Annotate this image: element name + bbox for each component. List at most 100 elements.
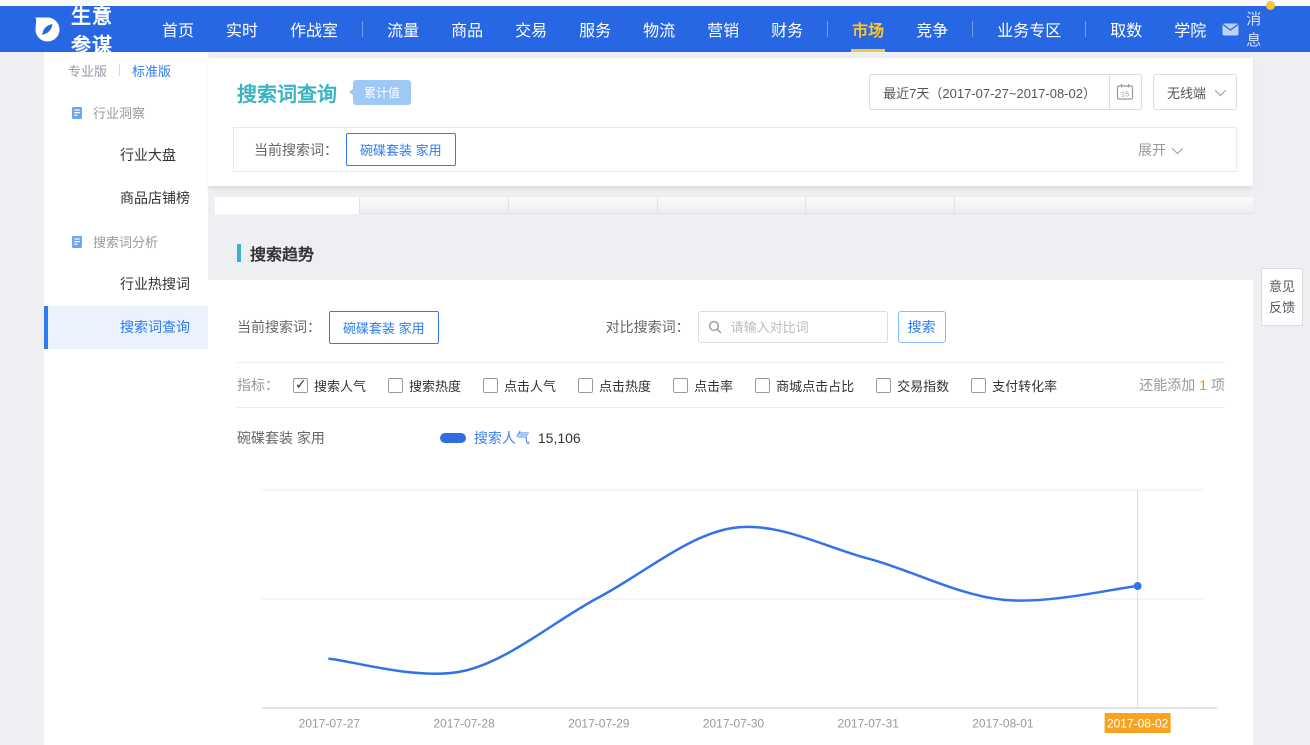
tab-segment[interactable] (360, 197, 509, 214)
metric-checkbox-click-heat[interactable]: 点击热度 (578, 376, 651, 395)
checkbox-icon[interactable] (876, 378, 891, 393)
compare-search-input[interactable] (729, 319, 909, 336)
nav-message[interactable]: 消息 (1222, 8, 1266, 50)
cumulative-value-tag: 累计值 (353, 80, 411, 105)
sidebar-item-industry-board[interactable]: 行业大盘 (44, 134, 208, 177)
calendar-icon[interactable]: 15 (1109, 75, 1141, 109)
nav-item-finance[interactable]: 财务 (755, 6, 819, 52)
tab-segment[interactable] (658, 197, 806, 214)
checkbox-icon[interactable] (755, 378, 770, 393)
trend-filter-row: 当前搜索词： 碗碟套装 家用 对比搜索词： 搜索 (237, 310, 1225, 344)
metric-checkbox-search-heat[interactable]: 搜索热度 (388, 376, 461, 395)
nav-item-business-zone[interactable]: 业务专区 (981, 6, 1077, 52)
divider (237, 407, 1225, 408)
nav-message-label: 消息 (1246, 8, 1266, 50)
current-term-chip[interactable]: 碗碟套装 家用 (329, 311, 439, 344)
version-pro[interactable]: 专业版 (68, 61, 107, 80)
sidebar-item-goods-shop-rank[interactable]: 商品店铺榜 (44, 177, 208, 220)
legend-item-search-popularity[interactable]: 搜索人气 15,106 (440, 428, 581, 448)
ledger-icon (70, 106, 84, 120)
nav-item-data-fetch[interactable]: 取数 (1094, 6, 1158, 52)
metric-checkbox-click-rate[interactable]: 点击率 (673, 376, 733, 395)
ledger-icon (70, 235, 84, 249)
expand-toggle[interactable]: 展开 (1138, 140, 1180, 160)
sidebar-item-search-word-query-active[interactable]: 搜索词查询 (44, 306, 208, 349)
sidebar-group-industry-insight[interactable]: 行业洞察 (44, 91, 208, 134)
nav-item-logistics[interactable]: 物流 (627, 6, 691, 52)
nav-divider (1085, 21, 1086, 37)
current-term-chip[interactable]: 碗碟套装 家用 (346, 133, 456, 166)
date-range-picker[interactable]: 最近7天（2017-07-27~2017-08-02） 15 (869, 74, 1142, 110)
checkbox-icon[interactable] (483, 378, 498, 393)
query-header-card: 搜索词查询 累计值 最近7天（2017-07-27~2017-08-02） 15 (208, 58, 1253, 186)
nav-item-goods[interactable]: 商品 (435, 6, 499, 52)
metric-checkbox-click-popularity[interactable]: 点击人气 (483, 376, 556, 395)
tab-strip (215, 197, 1253, 214)
tab-segment[interactable] (509, 197, 658, 214)
x-axis-label: 2017-07-31 (838, 717, 900, 731)
nav-item-trade[interactable]: 交易 (499, 6, 563, 52)
trend-line (329, 527, 1137, 674)
feedback-line1: 意见 (1262, 276, 1302, 297)
metric-checkbox-pay-conversion[interactable]: 支付转化率 (971, 376, 1057, 395)
legend-metric-name: 搜索人气 (474, 428, 530, 448)
metric-checkbox-search-popularity[interactable]: 搜索人气 (293, 376, 366, 395)
chart-legend-row: 碗碟套装 家用 搜索人气 15,106 (237, 428, 1225, 448)
svg-text:15: 15 (1121, 90, 1129, 99)
nav-item-service[interactable]: 服务 (563, 6, 627, 52)
metrics-row: 指标： 搜索人气 搜索热度 点击人气 点击热度 (237, 374, 1225, 396)
section-header: 搜索趋势 (237, 241, 1253, 265)
feedback-button[interactable]: 意见 反馈 (1261, 268, 1303, 326)
search-button[interactable]: 搜索 (898, 311, 946, 343)
chevron-down-icon (1215, 85, 1226, 96)
nav-item-market-active[interactable]: 市场 (836, 6, 900, 52)
legend-term: 碗碟套装 家用 (237, 428, 325, 448)
x-axis-label: 2017-07-27 (299, 717, 361, 731)
date-controls: 最近7天（2017-07-27~2017-08-02） 15 无线端 (869, 74, 1237, 110)
x-axis-label: 2017-07-30 (703, 717, 765, 731)
legend-line-marker (440, 433, 466, 443)
sidebar-group-search-word-analysis[interactable]: 搜索词分析 (44, 220, 208, 263)
nav-item-traffic[interactable]: 流量 (371, 6, 435, 52)
brand[interactable]: 生意参谋 (34, 0, 132, 58)
sidebar-group-label: 搜索词分析 (93, 232, 158, 251)
version-divider (119, 64, 120, 76)
nav-item-marketing[interactable]: 营销 (691, 6, 755, 52)
tab-segment[interactable] (955, 197, 1253, 214)
version-standard[interactable]: 标准版 (132, 61, 171, 80)
screen: 生意参谋 首页 实时 作战室 流量 商品 交易 服务 物流 营销 财务 市场 竞… (0, 0, 1310, 745)
sidebar-item-hot-search-words[interactable]: 行业热搜词 (44, 263, 208, 306)
brand-name: 生意参谋 (71, 0, 132, 58)
checkbox-icon[interactable] (673, 378, 688, 393)
nav-divider (362, 21, 363, 37)
nav-item-academy[interactable]: 学院 (1158, 6, 1222, 52)
x-axis-label: 2017-07-28 (433, 717, 495, 731)
nav-item-competition[interactable]: 竞争 (900, 6, 964, 52)
logo-icon (34, 16, 61, 43)
metric-checkbox-mall-click-share[interactable]: 商城点击占比 (755, 376, 854, 395)
nav-items: 首页 实时 作战室 流量 商品 交易 服务 物流 营销 财务 市场 竞争 业务专… (146, 6, 1222, 52)
main-content: 搜索词查询 累计值 最近7天（2017-07-27~2017-08-02） 15 (208, 52, 1253, 745)
trend-chart: 2017-07-272017-07-282017-07-292017-07-30… (208, 480, 1253, 745)
chevron-down-icon (1172, 142, 1183, 153)
tab-segment-active[interactable] (215, 197, 360, 214)
nav-item-realtime[interactable]: 实时 (210, 6, 274, 52)
metric-checkbox-trade-index[interactable]: 交易指数 (876, 376, 949, 395)
checkbox-icon[interactable] (293, 378, 308, 393)
tab-segment[interactable] (806, 197, 955, 214)
nav-item-home[interactable]: 首页 (146, 6, 210, 52)
terminal-select[interactable]: 无线端 (1153, 74, 1237, 110)
version-switch: 专业版 标准版 (44, 52, 208, 81)
nav-item-warroom[interactable]: 作战室 (274, 6, 354, 52)
envelope-icon (1222, 23, 1239, 36)
current-term-label: 当前搜索词： (237, 317, 321, 337)
compare-input-wrap (698, 311, 888, 343)
checkbox-icon[interactable] (971, 378, 986, 393)
checkbox-icon[interactable] (578, 378, 593, 393)
x-axis-label: 2017-08-02 (1107, 717, 1169, 731)
terminal-select-value: 无线端 (1167, 83, 1206, 102)
page-title: 搜索词查询 (237, 78, 337, 107)
sidebar-panel: 专业版 标准版 行业洞察 行业大盘 商品店铺榜 搜索词分析 (44, 52, 208, 745)
compare-group: 对比搜索词： 搜索 (606, 311, 946, 343)
checkbox-icon[interactable] (388, 378, 403, 393)
